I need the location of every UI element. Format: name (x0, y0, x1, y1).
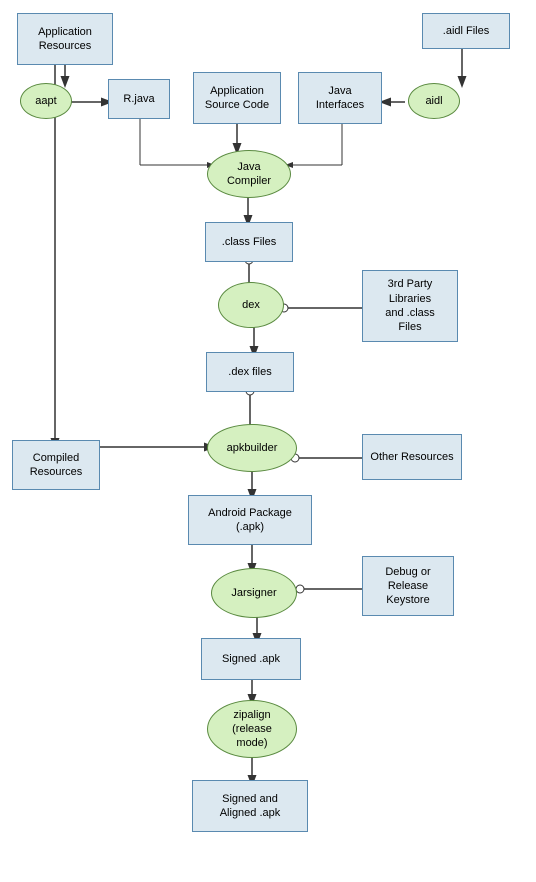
zipalign-ellipse: zipalign (release mode) (207, 700, 297, 758)
jarsigner-label: Jarsigner (231, 586, 276, 600)
dex-ellipse: dex (218, 282, 284, 328)
aidl-files-label: .aidl Files (443, 24, 489, 38)
app-resources-label: Application Resources (38, 25, 92, 54)
apkbuilder-ellipse: apkbuilder (207, 424, 297, 472)
aidl-files-box: .aidl Files (422, 13, 510, 49)
java-compiler-ellipse: Java Compiler (207, 150, 291, 198)
rjava-label: R.java (123, 92, 154, 106)
debug-release-label: Debug or Release Keystore (385, 565, 430, 608)
jarsigner-ellipse: Jarsigner (211, 568, 297, 618)
aapt-ellipse: aapt (20, 83, 72, 119)
zipalign-label: zipalign (release mode) (232, 708, 272, 751)
app-resources-box: Application Resources (17, 13, 113, 65)
signed-aligned-box: Signed and Aligned .apk (192, 780, 308, 832)
java-interfaces-label: Java Interfaces (316, 84, 364, 113)
dex-files-label: .dex files (228, 365, 271, 379)
debug-release-box: Debug or Release Keystore (362, 556, 454, 616)
aidl-label: aidl (425, 94, 442, 108)
android-package-box: Android Package (.apk) (188, 495, 312, 545)
app-source-label: Application Source Code (205, 84, 269, 113)
dex-label: dex (242, 298, 260, 312)
other-resources-label: Other Resources (370, 450, 453, 464)
android-package-label: Android Package (.apk) (208, 506, 292, 535)
aidl-ellipse: aidl (408, 83, 460, 119)
dex-files-box: .dex files (206, 352, 294, 392)
compiled-resources-label: Compiled Resources (30, 451, 83, 480)
signed-apk-label: Signed .apk (222, 652, 280, 666)
signed-apk-box: Signed .apk (201, 638, 301, 680)
compiled-resources-box: Compiled Resources (12, 440, 100, 490)
signed-aligned-label: Signed and Aligned .apk (220, 792, 281, 821)
apkbuilder-label: apkbuilder (227, 441, 278, 455)
java-interfaces-box: Java Interfaces (298, 72, 382, 124)
third-party-label: 3rd Party Libraries and .class Files (385, 277, 435, 334)
app-source-box: Application Source Code (193, 72, 281, 124)
third-party-box: 3rd Party Libraries and .class Files (362, 270, 458, 342)
aapt-label: aapt (35, 94, 56, 108)
class-files-box: .class Files (205, 222, 293, 262)
class-files-label: .class Files (222, 235, 276, 249)
java-compiler-label: Java Compiler (227, 160, 271, 189)
diagram: Application Resources .aidl Files aapt R… (0, 0, 536, 882)
rjava-box: R.java (108, 79, 170, 119)
other-resources-box: Other Resources (362, 434, 462, 480)
